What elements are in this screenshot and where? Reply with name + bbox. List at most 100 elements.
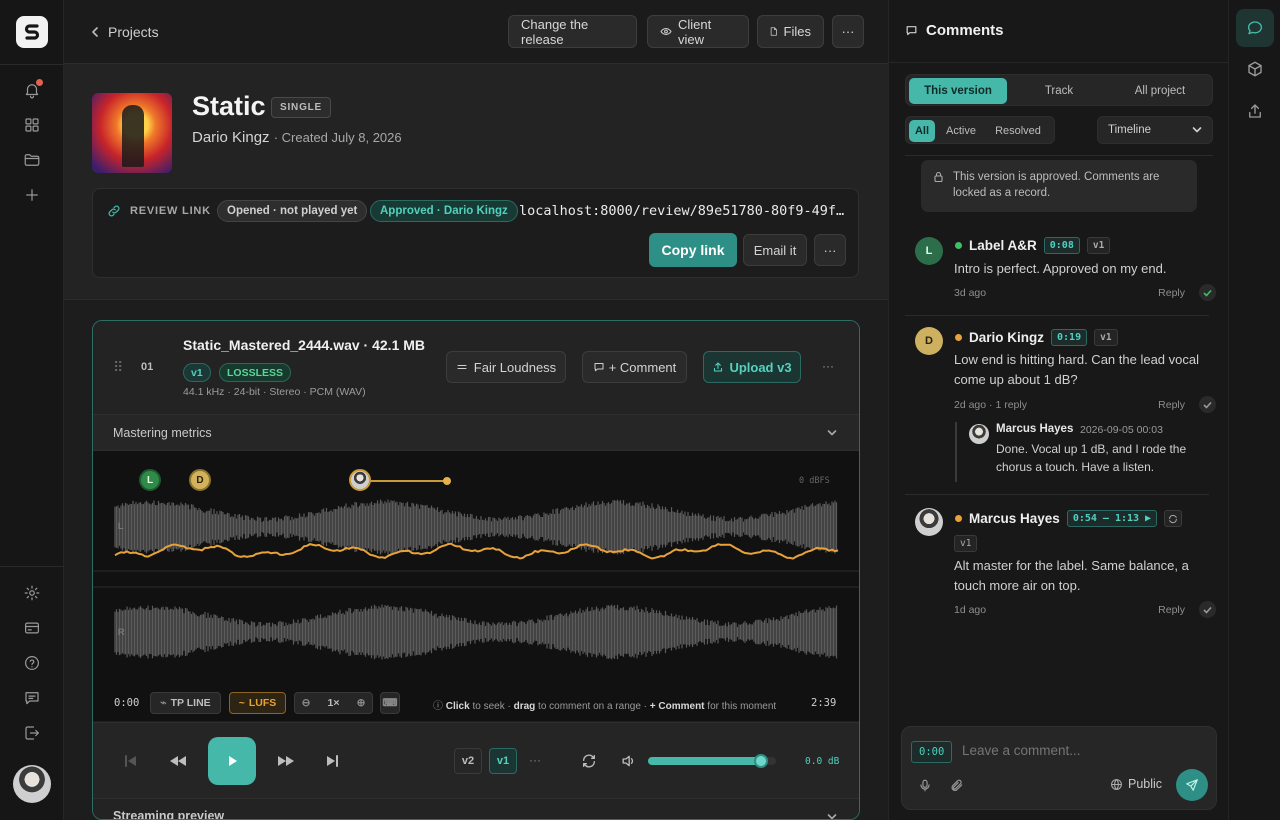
right-channel-label: R [118, 627, 125, 637]
streaming-preview-toggle[interactable]: Streaming preview [93, 798, 859, 819]
send-button[interactable] [1176, 769, 1208, 801]
zoom-in-icon[interactable]: ⊕ [357, 697, 366, 709]
chevron-down-icon [827, 430, 837, 436]
v2-label: v2 [461, 755, 475, 767]
add-comment-button[interactable]: + Comment [582, 351, 687, 383]
back-label: Projects [108, 24, 159, 40]
settings-button[interactable] [20, 581, 44, 605]
tp-line-toggle[interactable]: ⌁ TP LINE [150, 692, 221, 714]
tab-this-version[interactable]: This version [909, 78, 1007, 104]
fair-loudness-button[interactable]: Fair Loudness [446, 351, 566, 383]
share-button[interactable] [1236, 92, 1274, 130]
loop-range-button[interactable] [1164, 510, 1183, 527]
waveform-area[interactable]: 0 dBFS L R L D [93, 451, 860, 721]
loop-icon[interactable] [581, 753, 597, 769]
artist-name[interactable]: Dario Kingz [192, 129, 270, 146]
chevron-left-icon [92, 27, 98, 37]
package-button[interactable] [1236, 50, 1274, 88]
waveform-svg[interactable] [93, 451, 860, 721]
skip-end-icon[interactable] [325, 755, 339, 767]
resolve-button[interactable] [1199, 396, 1216, 413]
review-url[interactable]: localhost:8000/review/89e51780-80f9-49f7… [519, 203, 849, 219]
volume-slider[interactable] [648, 754, 776, 768]
review-more-button[interactable]: ··· [814, 234, 846, 266]
comment-timecode[interactable]: 0:08 [1043, 237, 1080, 254]
comment-age: 2d ago [954, 398, 987, 411]
sort-select[interactable]: Timeline [1097, 116, 1213, 144]
feedback-button[interactable] [20, 686, 44, 710]
resolve-button[interactable] [1199, 284, 1216, 301]
volume-knob[interactable] [753, 754, 768, 768]
client-view-button[interactable]: Client view [647, 15, 749, 48]
reply-button[interactable]: Reply [1158, 604, 1185, 616]
filter-active[interactable]: Active [939, 120, 983, 142]
time-start: 0:00 [114, 697, 140, 709]
release-header: Static SINGLE Dario Kingz · Created July… [64, 64, 888, 300]
left-nav [0, 0, 64, 820]
drag-handle[interactable]: ⠿ [113, 359, 123, 376]
comment-marker-range-avatar[interactable] [349, 469, 371, 491]
new-project-button[interactable] [20, 183, 44, 207]
attachment-icon[interactable] [950, 778, 964, 793]
comment-marker-d[interactable]: D [189, 469, 211, 491]
more-button[interactable]: ··· [832, 15, 864, 48]
play-button[interactable] [208, 737, 256, 785]
player-more-button[interactable]: ··· [529, 753, 541, 767]
v1-label: v1 [496, 755, 510, 767]
version-v2-button[interactable]: v2 [454, 748, 482, 774]
back-to-projects[interactable]: Projects [90, 24, 159, 40]
comment-divider [905, 315, 1209, 316]
copy-link-button[interactable]: Copy link [649, 233, 737, 267]
more-label: ··· [841, 24, 855, 39]
user-avatar[interactable] [13, 765, 51, 803]
visibility-select[interactable]: Public [1110, 777, 1162, 791]
lufs-toggle[interactable]: ~ LUFS [229, 692, 286, 714]
dashboard-button[interactable] [20, 113, 44, 137]
comment-age: 1d ago [954, 603, 987, 616]
top-bar: Projects Change the release Client view … [64, 0, 888, 64]
reply-avatar [969, 424, 989, 444]
skip-start-icon[interactable] [124, 755, 138, 767]
filter-all[interactable]: All [909, 120, 935, 142]
microphone-icon[interactable] [918, 778, 932, 793]
waveform-toolbar: 0:00 ⌁ TP LINE ~ LUFS ⊖ 1× ⊕ ⌨ ⓘ Click to se… [93, 687, 859, 721]
rewind-icon[interactable] [169, 755, 187, 767]
tab-track[interactable]: Track [1010, 78, 1108, 104]
mastering-metrics-toggle[interactable]: Mastering metrics [93, 415, 859, 451]
check-icon [1203, 289, 1212, 297]
app-logo[interactable] [16, 16, 48, 48]
fast-forward-icon[interactable] [277, 755, 295, 767]
billing-button[interactable] [20, 616, 44, 640]
help-button[interactable] [20, 651, 44, 675]
status-dot [955, 515, 962, 522]
comment-timecode[interactable]: 0:19 [1051, 329, 1088, 346]
filter-resolved[interactable]: Resolved [986, 120, 1050, 142]
resolve-button[interactable] [1199, 601, 1216, 618]
tab-all-project[interactable]: All project [1111, 78, 1209, 104]
keyboard-shortcuts-button[interactable]: ⌨ [380, 692, 400, 714]
comment-marker-l[interactable]: L [139, 469, 161, 491]
sort-value: Timeline [1108, 124, 1152, 136]
composer-timecode[interactable]: 0:00 [911, 741, 953, 763]
upload-v3-button[interactable]: Upload v3 [703, 351, 801, 383]
reply-button[interactable]: Reply [1158, 399, 1185, 411]
logo-icon [24, 24, 40, 40]
change-release-button[interactable]: Change the release [508, 15, 637, 48]
comment-avatar: D [915, 327, 943, 355]
comment-version: v1 [1086, 237, 1111, 254]
logout-button[interactable] [20, 721, 44, 745]
email-it-label: Email it [753, 242, 797, 258]
comments-panel-button[interactable] [1236, 9, 1274, 47]
version-v1-button[interactable]: v1 [489, 748, 517, 774]
comment-range-timecode[interactable]: 0:54 – 1:13 ▶ [1066, 510, 1158, 527]
email-it-button[interactable]: Email it [743, 234, 807, 266]
reply-button[interactable]: Reply [1158, 287, 1185, 299]
volume-icon[interactable] [620, 753, 637, 769]
notifications-button[interactable] [20, 78, 44, 102]
reply-count[interactable]: · 1 reply [989, 399, 1027, 411]
projects-button[interactable] [20, 148, 44, 172]
track-more-button[interactable]: ··· [822, 359, 834, 373]
zoom-out-icon[interactable]: ⊖ [302, 697, 311, 709]
files-button[interactable]: Files [757, 15, 824, 48]
comment-input[interactable] [962, 738, 1202, 762]
